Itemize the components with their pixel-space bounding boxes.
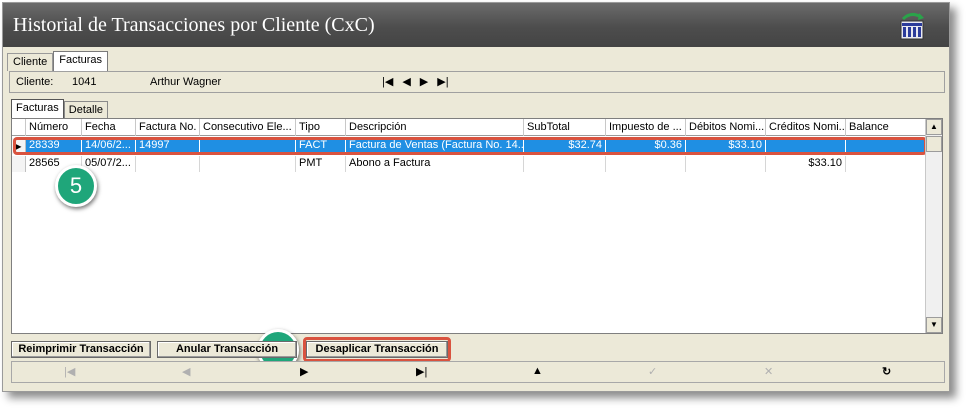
refresh-icon[interactable]: ↻: [882, 365, 891, 378]
window-title: Historial de Transacciones por Cliente (…: [13, 14, 375, 36]
step-badge-5: 5: [55, 165, 97, 207]
main-tabs: Cliente Facturas: [7, 51, 109, 71]
prev-icon[interactable]: ◀: [182, 365, 190, 378]
cell-subtotal: [524, 156, 606, 172]
transactions-grid: Número Fecha Factura No. Consecutivo Ele…: [11, 118, 943, 334]
cell-numero: 28339: [26, 138, 82, 154]
prev-record-icon[interactable]: ◀: [402, 75, 410, 88]
tab-cliente[interactable]: Cliente: [7, 53, 54, 71]
cell-consecutivo: [200, 156, 296, 172]
table-row[interactable]: 28565 05/07/2... PMT Abono a Factura $33…: [12, 156, 926, 172]
client-name: Arthur Wagner: [150, 76, 222, 88]
cell-descripcion: Abono a Factura: [346, 156, 524, 172]
record-navigator: |◀ ◀ ▶ ▶|: [382, 75, 449, 88]
move-up-icon[interactable]: ▲: [532, 365, 543, 377]
column-header[interactable]: Número: [26, 119, 82, 136]
cell-tipo: FACT: [296, 138, 346, 154]
cell-subtotal: $32.74: [524, 138, 606, 154]
cell-creditos: [766, 138, 846, 154]
column-header[interactable]: Fecha: [82, 119, 136, 136]
cell-creditos: $33.10: [766, 156, 846, 172]
column-header[interactable]: Tipo: [296, 119, 346, 136]
header-indicator: [12, 119, 26, 136]
cell-factura: 14997: [136, 138, 200, 154]
last-icon[interactable]: ▶|: [416, 365, 427, 378]
grid-header: Número Fecha Factura No. Consecutivo Ele…: [12, 119, 926, 136]
column-header[interactable]: Balance: [846, 119, 926, 136]
column-header[interactable]: Débitos Nomi...: [686, 119, 766, 136]
first-record-icon[interactable]: |◀: [382, 75, 393, 88]
client-label: Cliente:: [16, 76, 54, 88]
cell-debitos: [686, 156, 766, 172]
column-header[interactable]: Consecutivo Ele...: [200, 119, 296, 136]
next-record-icon[interactable]: ▶: [420, 75, 428, 88]
client-id: 1041: [72, 76, 97, 88]
table-row[interactable]: ▶ 28339 14/06/2... 14997 FACT Factura de…: [12, 138, 926, 154]
tab-detalle[interactable]: Detalle: [63, 101, 109, 118]
cell-consecutivo: [200, 138, 296, 154]
void-button[interactable]: Anular Transacción: [157, 341, 297, 358]
cell-descripcion: Factura de Ventas (Factura No. 14...: [346, 138, 524, 154]
scroll-down-icon[interactable]: ▼: [926, 317, 942, 333]
confirm-icon[interactable]: ✓: [648, 365, 657, 378]
scroll-up-icon[interactable]: ▲: [926, 119, 942, 135]
tab-facturas[interactable]: Facturas: [53, 51, 109, 71]
cell-debitos: $33.10: [686, 138, 766, 154]
title-bar: Historial de Transacciones por Cliente (…: [3, 3, 949, 47]
column-header[interactable]: Factura No.: [136, 119, 200, 136]
cancel-icon[interactable]: ✕: [764, 365, 773, 378]
navigation-toolbar: |◀ ◀ ▶ ▶| ▲ ✓ ✕ ↻: [11, 361, 945, 383]
cell-balance: [846, 156, 926, 172]
app-window: Historial de Transacciones por Cliente (…: [2, 2, 950, 392]
client-info-panel: Cliente: 1041 Arthur Wagner |◀ ◀ ▶ ▶|: [9, 71, 945, 93]
first-icon[interactable]: |◀: [64, 365, 75, 378]
cell-fecha: 14/06/2...: [82, 138, 136, 154]
tab-facturas-detail[interactable]: Facturas: [11, 99, 64, 118]
cell-impuesto: $0.36: [606, 138, 686, 154]
column-header[interactable]: Impuesto de ...: [606, 119, 686, 136]
unapply-button[interactable]: Desaplicar Transacción: [306, 341, 448, 358]
cell-balance: [846, 138, 926, 154]
column-header[interactable]: Créditos Nomi...: [766, 119, 846, 136]
sub-tabs: Facturas Detalle: [11, 99, 109, 118]
vertical-scrollbar[interactable]: ▲ ▼: [925, 119, 942, 333]
cell-factura: [136, 156, 200, 172]
last-record-icon[interactable]: ▶|: [437, 75, 448, 88]
row-indicator: [12, 156, 26, 172]
cell-tipo: PMT: [296, 156, 346, 172]
scroll-thumb[interactable]: [926, 136, 942, 152]
cell-impuesto: [606, 156, 686, 172]
building-exit-icon[interactable]: [897, 11, 927, 41]
row-pointer-icon: ▶: [12, 138, 26, 154]
reprint-button[interactable]: Reimprimir Transacción: [11, 341, 151, 358]
next-icon[interactable]: ▶: [300, 365, 308, 378]
column-header[interactable]: SubTotal: [524, 119, 606, 136]
column-header[interactable]: Descripción: [346, 119, 524, 136]
